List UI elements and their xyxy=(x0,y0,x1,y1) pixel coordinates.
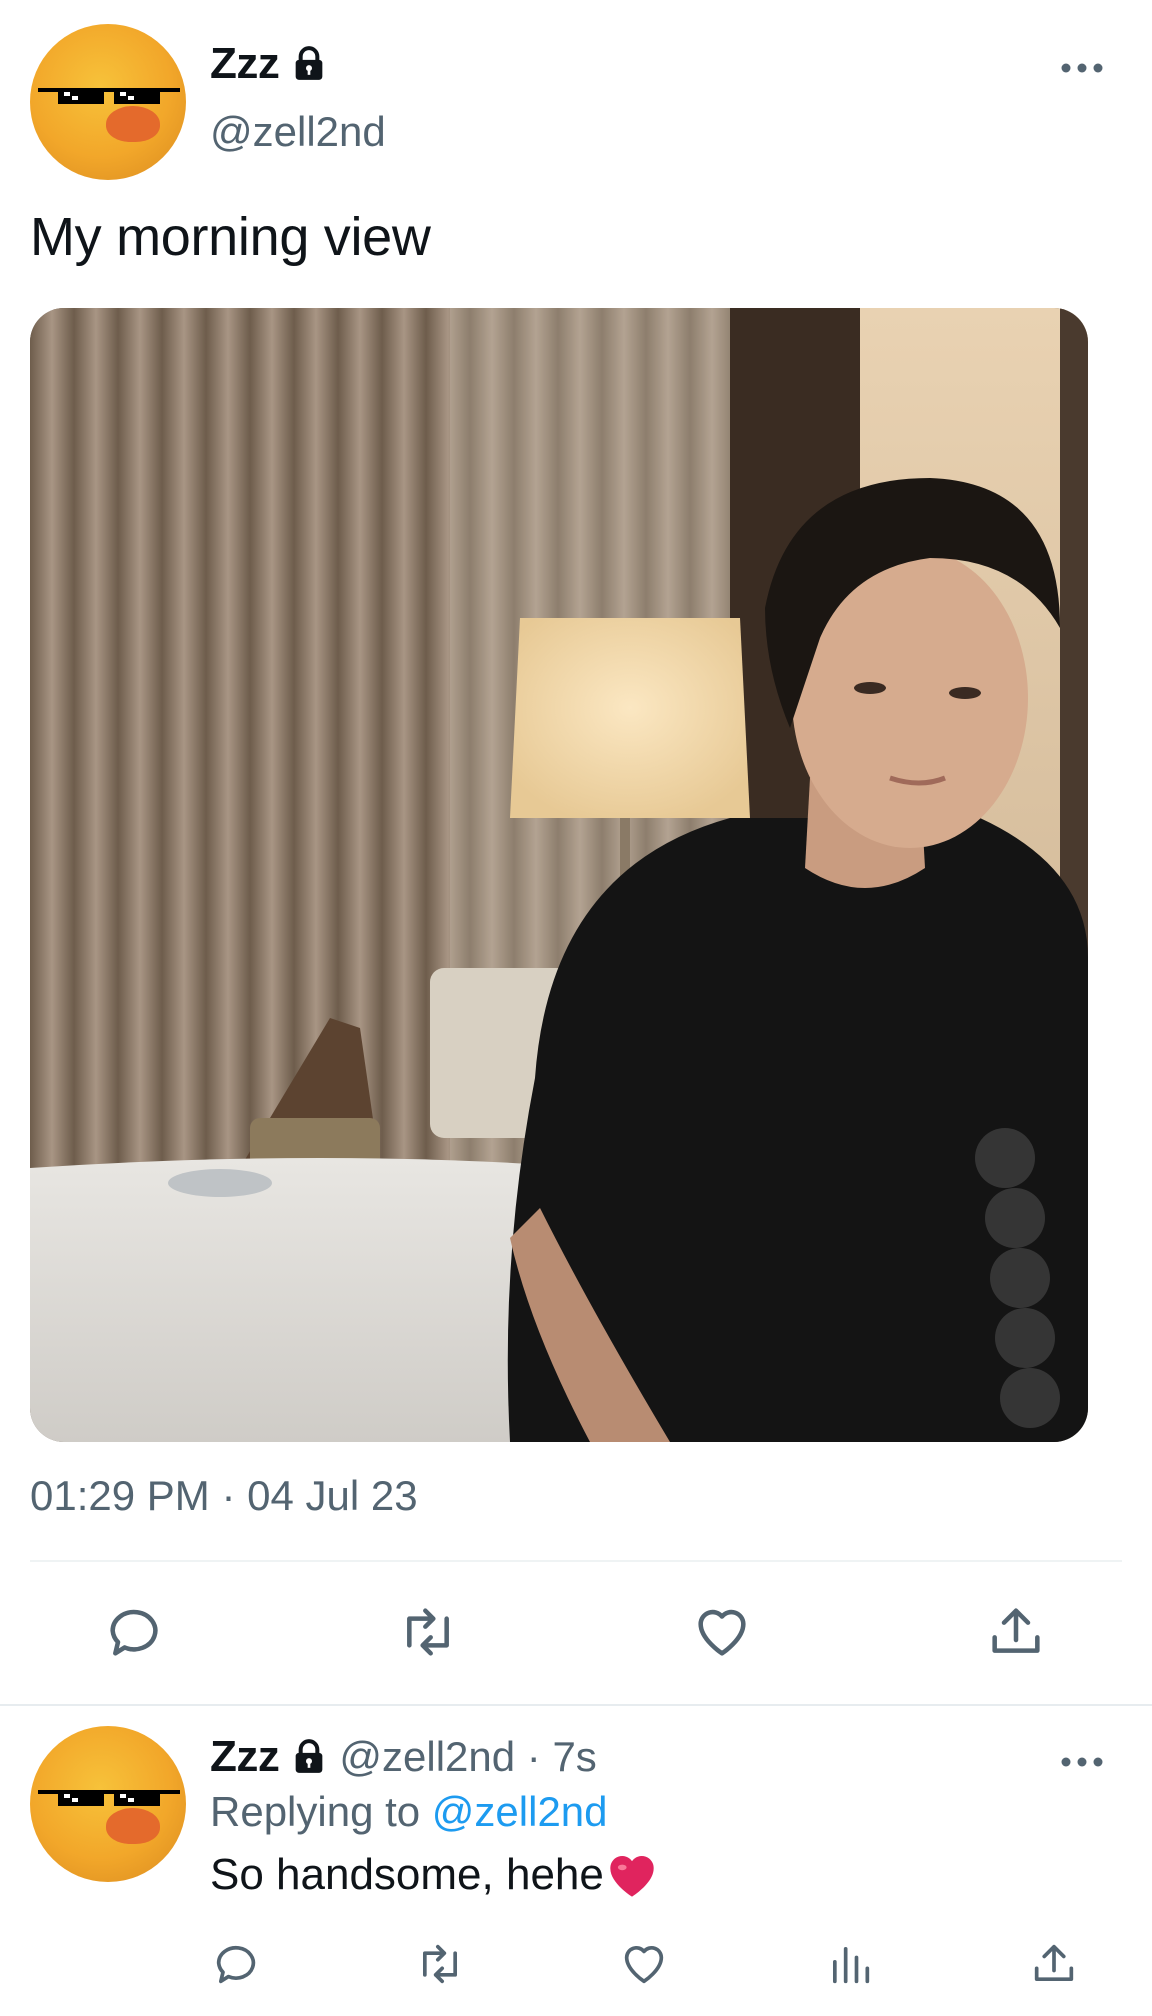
heart-icon xyxy=(624,1946,664,1984)
lock-icon xyxy=(296,1739,323,1773)
retweet-button[interactable] xyxy=(396,1600,460,1664)
replying-prefix: Replying to xyxy=(210,1788,421,1835)
analytics-icon xyxy=(832,1946,870,1984)
tweet-action-bar xyxy=(0,1590,1152,1676)
tweet-photo[interactable] xyxy=(30,308,1088,1442)
reply-text: So handsome, hehe xyxy=(210,1850,604,1899)
photo-illustration xyxy=(30,308,1088,1442)
heart-icon xyxy=(698,1609,746,1656)
replying-to-mention[interactable]: @zell2nd xyxy=(432,1788,608,1835)
reply-author-display-name[interactable]: Zzz xyxy=(210,1732,280,1782)
reply-text-row: So handsome, hehe xyxy=(210,1850,658,1900)
reply-button[interactable] xyxy=(210,1938,262,1990)
share-icon xyxy=(1034,1944,1074,1982)
author-name-row: Zzz xyxy=(210,36,329,92)
reply-icon xyxy=(110,1609,158,1656)
author-handle[interactable]: @zell2nd xyxy=(210,108,386,156)
lock-icon xyxy=(296,46,323,80)
author-avatar[interactable] xyxy=(30,24,186,180)
share-button[interactable] xyxy=(984,1600,1048,1664)
retweet-icon xyxy=(422,1944,458,1984)
reply-author-avatar[interactable] xyxy=(30,1726,186,1882)
red-heart-emoji-icon xyxy=(610,1856,654,1897)
reply-header: Zzz @zell2nd · 7s xyxy=(210,1728,597,1786)
sunglasses-icon xyxy=(38,1790,180,1806)
retweet-icon xyxy=(407,1608,449,1656)
like-button[interactable] xyxy=(690,1600,754,1664)
retweet-button[interactable] xyxy=(414,1938,466,1990)
reply-action-bar xyxy=(0,1934,1152,2004)
more-options-icon[interactable] xyxy=(1058,56,1106,80)
reply-icon xyxy=(216,1945,256,1984)
tweet-timestamp[interactable]: 01:29 PM · 04 Jul 23 xyxy=(30,1472,418,1520)
divider xyxy=(30,1560,1122,1562)
views-button[interactable] xyxy=(824,1938,876,1990)
like-button[interactable] xyxy=(618,1938,670,1990)
tweet-text: My morning view xyxy=(30,207,431,267)
reply-button[interactable] xyxy=(102,1600,166,1664)
share-icon xyxy=(992,1608,1040,1653)
avatar-duck-beak xyxy=(106,106,160,142)
author-display-name[interactable]: Zzz xyxy=(210,39,280,89)
replying-to-line: Replying to @zell2nd xyxy=(210,1788,608,1836)
main-tweet: Zzz @zell2nd My morning view 01:29 PM · … xyxy=(0,0,1152,1706)
sunglasses-icon xyxy=(38,88,180,104)
reply-tweet: Zzz @zell2nd · 7s Replying to @zell2nd S… xyxy=(0,1706,1152,2016)
avatar-duck-beak xyxy=(106,1808,160,1844)
reply-author-handle-time[interactable]: @zell2nd · 7s xyxy=(339,1733,596,1781)
share-button[interactable] xyxy=(1028,1938,1080,1990)
more-options-icon[interactable] xyxy=(1058,1750,1106,1774)
